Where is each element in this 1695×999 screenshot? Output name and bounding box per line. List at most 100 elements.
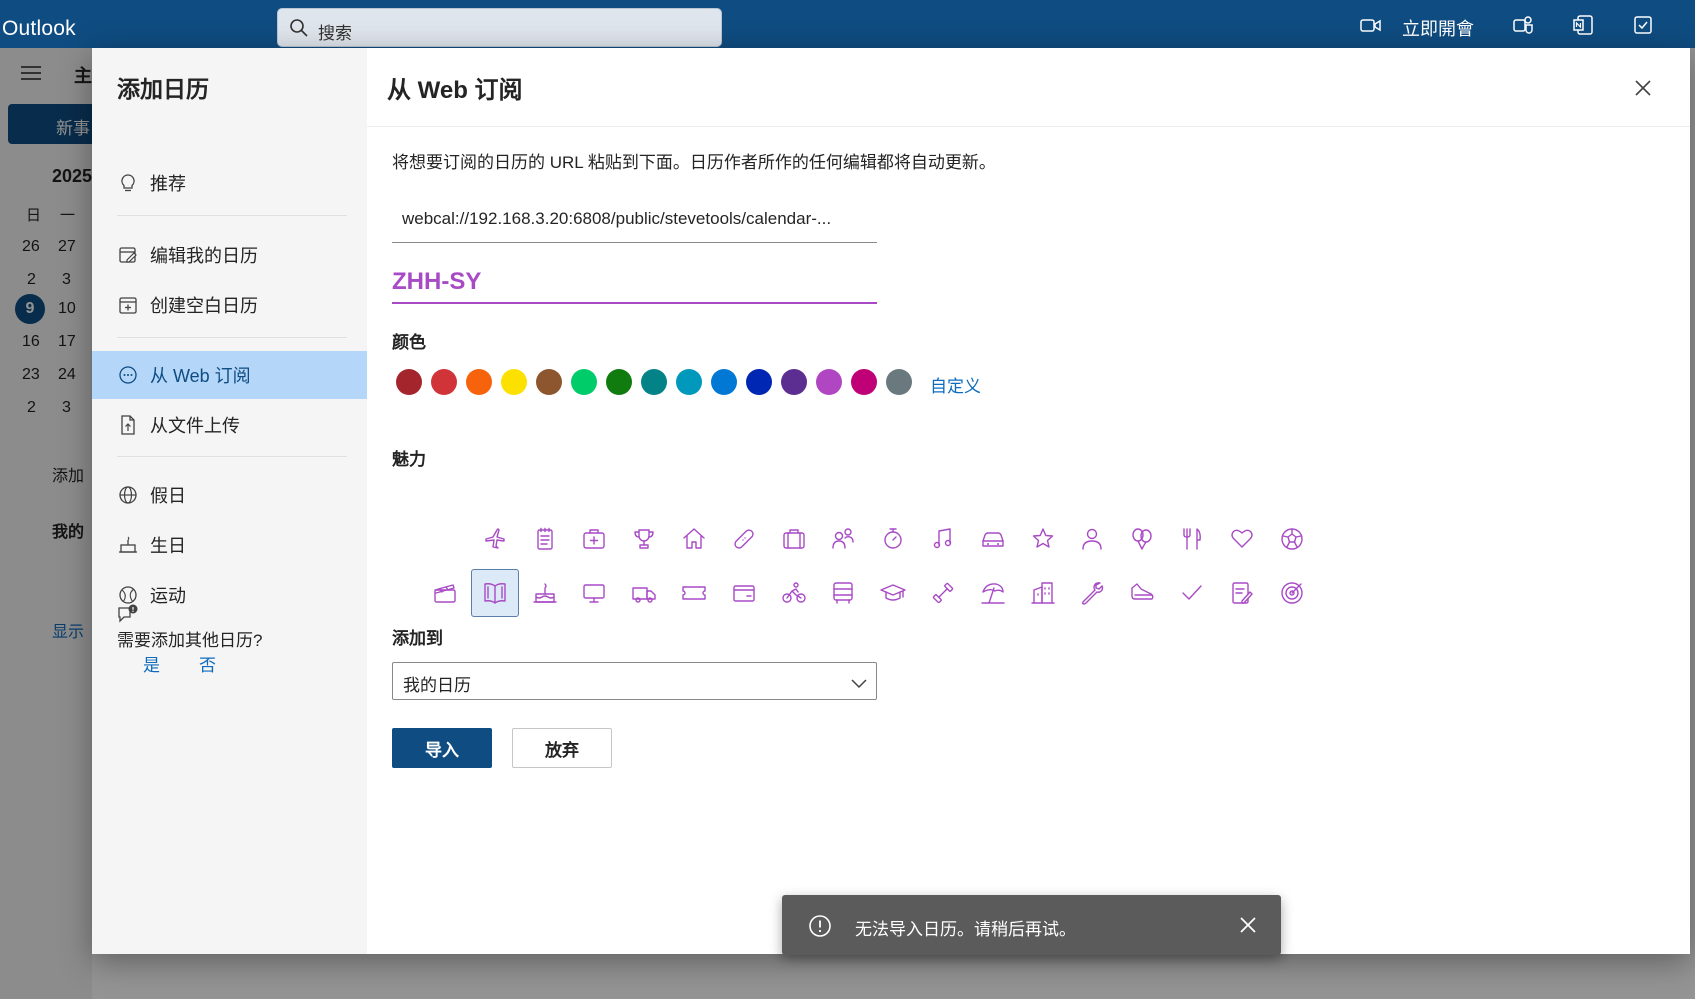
book-icon[interactable] — [470, 569, 519, 617]
sports-ball-icon — [117, 584, 139, 606]
close-icon[interactable] — [1629, 74, 1657, 102]
title-divider — [367, 126, 1690, 127]
person-icon[interactable] — [1068, 515, 1116, 563]
app-name: Outlook — [2, 17, 76, 40]
bandage-icon[interactable] — [720, 515, 768, 563]
ticket-icon[interactable] — [670, 569, 718, 617]
color-swatch[interactable] — [816, 369, 842, 395]
medical-kit-icon[interactable] — [570, 515, 618, 563]
import-button[interactable]: 导入 — [392, 728, 492, 768]
todo-icon[interactable] — [1632, 14, 1654, 41]
add-calendar-dialog: 添加日历 推荐 编辑我的日历 创建空白日历 从 Web 订阅 从文件上传 假日 — [92, 48, 1690, 954]
sidebar-item-upload-file[interactable]: 从文件上传 — [92, 401, 367, 449]
dumbbell-icon[interactable] — [919, 569, 967, 617]
stopwatch-icon[interactable] — [869, 515, 917, 563]
sidebar-item-label: 编辑我的日历 — [150, 246, 258, 266]
search-box[interactable]: 搜索 — [277, 8, 722, 47]
subscribe-description: 将想要订阅的日历的 URL 粘贴到下面。日历作者所作的任何编辑都将自动更新。 — [392, 153, 996, 172]
search-input[interactable]: 搜索 — [318, 19, 352, 44]
custom-color-link[interactable]: 自定义 — [930, 372, 981, 397]
building-icon[interactable] — [1019, 569, 1067, 617]
car-icon[interactable] — [969, 515, 1017, 563]
music-note-icon[interactable] — [919, 515, 967, 563]
target-icon[interactable] — [1268, 569, 1316, 617]
task-edit-icon[interactable] — [1218, 569, 1266, 617]
color-swatch[interactable] — [886, 369, 912, 395]
charm-label: 魅力 — [392, 450, 426, 469]
star-icon[interactable] — [1019, 515, 1067, 563]
color-swatch[interactable] — [746, 369, 772, 395]
calendar-url-input[interactable]: webcal://192.168.3.20:6808/public/stevet… — [392, 200, 877, 243]
sidebar-item-label: 生日 — [150, 536, 186, 556]
color-swatch[interactable] — [676, 369, 702, 395]
sidebar-item-create-blank[interactable]: 创建空白日历 — [92, 281, 367, 329]
color-swatch[interactable] — [641, 369, 667, 395]
web-subscribe-icon — [117, 364, 139, 386]
sidebar-item-label: 运动 — [150, 586, 186, 606]
dialog-sidebar: 添加日历 推荐 编辑我的日历 创建空白日历 从 Web 订阅 从文件上传 假日 — [92, 48, 367, 954]
color-swatch[interactable] — [431, 369, 457, 395]
teams-icon[interactable] — [1512, 14, 1534, 41]
color-swatch[interactable] — [711, 369, 737, 395]
search-icon — [289, 18, 309, 43]
chevron-down-icon — [851, 674, 867, 694]
heart-icon[interactable] — [1218, 515, 1266, 563]
beach-umbrella-icon[interactable] — [969, 569, 1017, 617]
trophy-icon[interactable] — [620, 515, 668, 563]
calendar-name-input[interactable]: ZHH-SY — [392, 256, 877, 304]
notepad-icon[interactable] — [521, 515, 569, 563]
birthday-cake-icon[interactable] — [521, 569, 569, 617]
meet-now-button[interactable]: 立即開會 — [1402, 15, 1474, 41]
toast-close-icon[interactable] — [1238, 915, 1258, 940]
checkmark-icon[interactable] — [1168, 569, 1216, 617]
error-icon — [808, 914, 832, 943]
onenote-icon[interactable] — [1572, 14, 1594, 41]
truck-icon[interactable] — [620, 569, 668, 617]
color-swatch[interactable] — [781, 369, 807, 395]
feedback-yes-link[interactable]: 是 — [143, 651, 160, 676]
wallet-icon[interactable] — [720, 569, 768, 617]
bus-icon[interactable] — [819, 569, 867, 617]
cyclist-icon[interactable] — [770, 569, 818, 617]
clapperboard-icon[interactable] — [421, 569, 469, 617]
dialog-title: 从 Web 订阅 — [387, 77, 523, 104]
color-swatch[interactable] — [571, 369, 597, 395]
feedback-question: 需要添加其他日历? — [117, 631, 263, 650]
color-swatch[interactable] — [536, 369, 562, 395]
top-bar: Outlook 搜索 立即開會 — [0, 0, 1695, 48]
calendar-add-icon — [117, 294, 139, 316]
discard-button[interactable]: 放弃 — [512, 728, 612, 768]
color-swatch[interactable] — [501, 369, 527, 395]
home-icon[interactable] — [670, 515, 718, 563]
color-swatch[interactable] — [851, 369, 877, 395]
wrench-icon[interactable] — [1068, 569, 1116, 617]
sneaker-icon[interactable] — [1118, 569, 1166, 617]
add-to-dropdown[interactable]: 我的日历 — [392, 662, 877, 700]
sidebar-divider — [117, 456, 347, 457]
sidebar-item-suggested[interactable]: 推荐 — [92, 159, 367, 207]
sidebar-item-subscribe-web[interactable]: 从 Web 订阅 — [92, 351, 367, 399]
airplane-icon[interactable] — [471, 515, 519, 563]
people-icon[interactable] — [819, 515, 867, 563]
sidebar-item-holidays[interactable]: 假日 — [92, 471, 367, 519]
graduation-cap-icon[interactable] — [869, 569, 917, 617]
add-to-selected-value: 我的日历 — [403, 676, 471, 695]
sidebar-item-label: 假日 — [150, 486, 186, 506]
add-to-label: 添加到 — [392, 629, 443, 648]
sidebar-item-label: 从 Web 订阅 — [150, 366, 251, 386]
feedback-no-link[interactable]: 否 — [199, 651, 216, 676]
monitor-icon[interactable] — [570, 569, 618, 617]
sidebar-divider — [117, 215, 347, 216]
soccer-ball-icon[interactable] — [1268, 515, 1316, 563]
sidebar-item-birthdays[interactable]: 生日 — [92, 521, 367, 569]
fork-knife-icon[interactable] — [1168, 515, 1216, 563]
briefcase-icon[interactable] — [770, 515, 818, 563]
balloons-icon[interactable] — [1118, 515, 1166, 563]
color-swatch[interactable] — [466, 369, 492, 395]
color-swatch[interactable] — [606, 369, 632, 395]
toast-message: 无法导入日历。请稍后再试。 — [855, 920, 1076, 939]
globe-icon — [117, 484, 139, 506]
sidebar-item-edit-calendars[interactable]: 编辑我的日历 — [92, 231, 367, 279]
video-call-icon[interactable] — [1360, 15, 1382, 40]
color-swatch[interactable] — [396, 369, 422, 395]
